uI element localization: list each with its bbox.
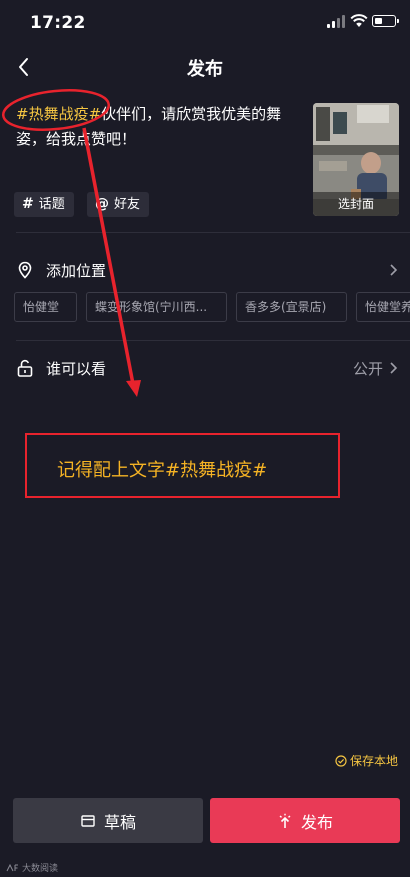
save-local-label: 保存本地 (349, 754, 398, 768)
watermark-text: 大数阅读 (22, 864, 59, 874)
draft-box-icon (81, 814, 95, 827)
lock-open-icon (17, 359, 33, 377)
visibility-label: 谁可以看 (46, 360, 107, 378)
watermark-logo-icon (6, 863, 18, 871)
check-circle-icon (335, 754, 347, 767)
page-title: 发布 (187, 59, 223, 80)
draft-button[interactable]: 草稿 (13, 798, 203, 843)
location-suggestion[interactable]: 香多多(宜景店) (236, 292, 347, 322)
divider (16, 340, 410, 341)
location-suggestion[interactable]: 怡健堂养 (356, 292, 410, 322)
visibility-row[interactable]: 谁可以看 公开 (0, 352, 410, 384)
publish-button[interactable]: 发布 (210, 798, 400, 843)
mention-icon: @ (95, 196, 109, 212)
watermark: 大数阅读 (6, 861, 58, 874)
publish-button-label: 发布 (300, 812, 333, 832)
chevron-right-icon (390, 362, 398, 374)
cellular-signal-icon (327, 14, 347, 28)
add-location-row[interactable]: 添加位置 (0, 254, 410, 286)
location-suggestion[interactable]: 怡健堂 (14, 292, 77, 322)
status-time: 17:22 (30, 13, 86, 33)
friend-chip[interactable]: @ 好友 (87, 192, 150, 217)
topic-chip-label: 话题 (38, 197, 65, 212)
save-local-toggle[interactable]: 保存本地 (335, 752, 398, 769)
cover-selector[interactable]: 选封面 (313, 103, 399, 216)
wifi-icon (350, 14, 368, 27)
divider (16, 232, 410, 233)
cover-label: 选封面 (313, 192, 399, 216)
battery-icon (372, 15, 399, 27)
caption-input[interactable]: #热舞战疫#伙伴们，请欣赏我优美的舞姿，给我点赞吧！ (16, 102, 300, 152)
caption-hashtag[interactable]: #热舞战疫# (16, 105, 101, 123)
visibility-value: 公开 (352, 360, 383, 378)
hashtag-icon: # (22, 196, 34, 212)
draft-button-label: 草稿 (103, 812, 136, 832)
location-pin-icon (18, 261, 32, 279)
publish-arrow-icon (279, 813, 291, 828)
nav-bar: 发布 (0, 44, 410, 90)
location-suggestion[interactable]: 蝶变形象馆(宁川西... (86, 292, 227, 322)
status-bar: 17:22 (0, 0, 410, 44)
chevron-right-icon (390, 264, 398, 276)
annotation-text: 记得配上文字#热舞战疫# (57, 460, 268, 481)
topic-chip[interactable]: # 话题 (14, 192, 74, 217)
friend-chip-label: 好友 (114, 197, 141, 212)
annotation-box: 记得配上文字#热舞战疫# (25, 433, 340, 498)
add-location-label: 添加位置 (46, 262, 107, 280)
